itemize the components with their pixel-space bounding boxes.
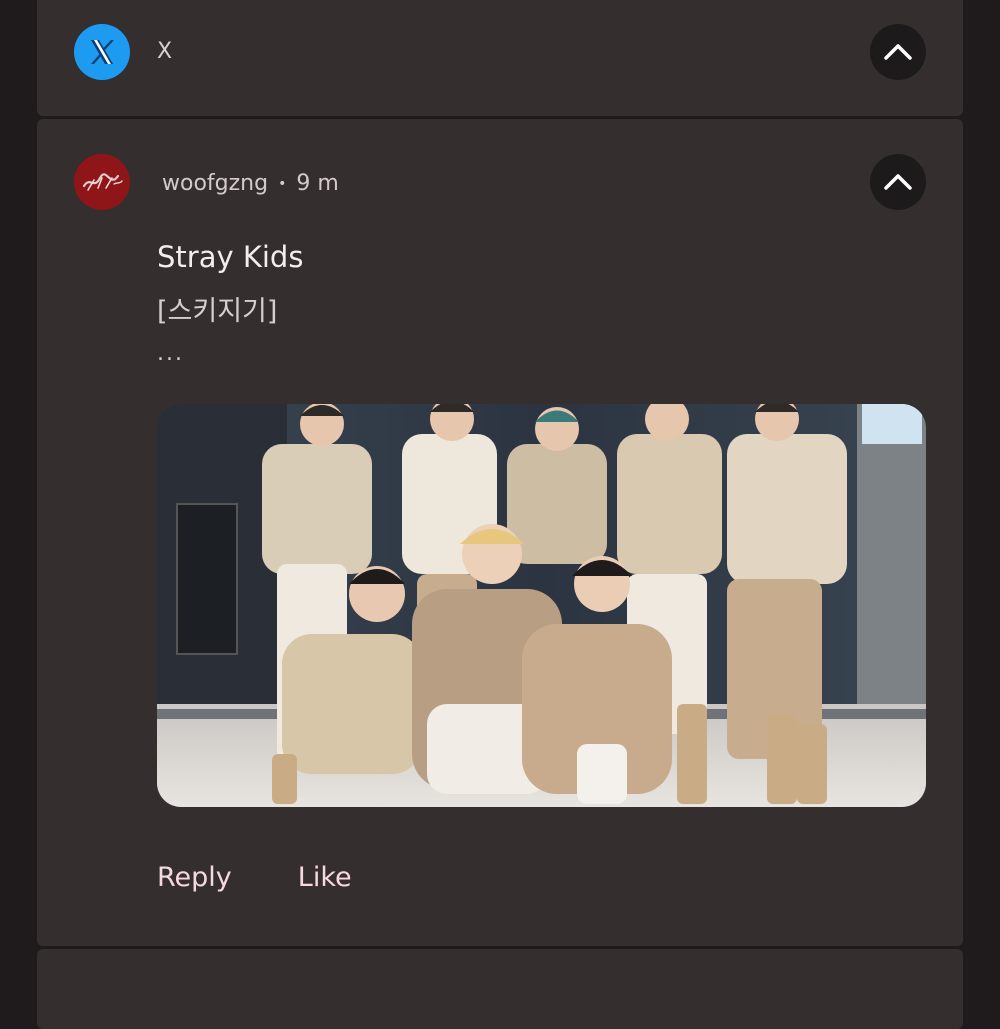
username: woofgzng (162, 171, 269, 196)
chevron-up-icon (884, 44, 912, 60)
timestamp: 9 m (296, 171, 339, 196)
notification-shade: X woofgzng • 9 m Stray Kids [스키지기] ... R… (0, 0, 1000, 1029)
x-logo-icon (74, 24, 130, 80)
x-logo-glyph (91, 40, 114, 64)
notification-meta: woofgzng • 9 m (162, 171, 339, 197)
notification-body: [스키지기] (157, 296, 278, 327)
notification-card-post[interactable]: woofgzng • 9 m Stray Kids [스키지기] ... Rep… (37, 119, 963, 946)
stray-kids-logo-icon (74, 154, 130, 210)
like-button[interactable]: Like (298, 861, 352, 895)
chevron-up-icon (884, 174, 912, 190)
attached-photo[interactable] (157, 404, 926, 807)
notification-title: Stray Kids (157, 240, 304, 274)
collapse-button[interactable] (870, 24, 926, 80)
collapse-button[interactable] (870, 154, 926, 210)
stray-kids-logo-art (74, 154, 130, 210)
notification-card-next[interactable] (37, 949, 963, 1029)
notification-app-name: X (157, 39, 173, 64)
meta-separator: • (278, 176, 287, 192)
group-photo-illustration (157, 404, 926, 807)
more-indicator: ... (157, 341, 184, 366)
notification-actions: Reply Like (157, 861, 352, 895)
notification-card-x[interactable]: X (37, 0, 963, 116)
reply-button[interactable]: Reply (157, 861, 232, 895)
